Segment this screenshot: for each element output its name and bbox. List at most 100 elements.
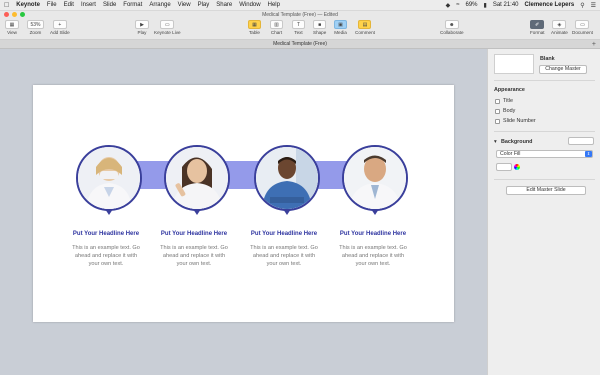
photo-doctor-4[interactable] <box>342 145 408 211</box>
change-master-button[interactable]: Change Master <box>539 65 587 74</box>
divider <box>494 179 595 180</box>
disclosure-triangle-icon[interactable]: ▾ <box>494 139 497 145</box>
headline-4[interactable]: Put Your Headline Here <box>328 231 418 237</box>
menu-arrange[interactable]: Arrange <box>149 2 170 8</box>
toolbar: ▦ View 53% Zoom + Add Slide ▶ Play ▭ Key… <box>0 19 600 40</box>
document-tab-bar: Medical Template (Free) + <box>0 40 600 49</box>
zoom-button[interactable]: 53% Zoom <box>27 20 44 35</box>
menu-file[interactable]: File <box>47 2 57 8</box>
text-icon: T <box>292 20 305 29</box>
doctor-woman-illustration <box>166 147 228 209</box>
document-button[interactable]: ▭ Document <box>572 20 593 35</box>
edit-master-slide-button[interactable]: Edit Master Slide <box>506 186 586 195</box>
divider <box>494 80 595 81</box>
animate-button[interactable]: ◈ Animate <box>551 20 568 35</box>
menu-insert[interactable]: Insert <box>81 2 96 8</box>
body-text-2[interactable]: This is an example text. Go ahead and re… <box>157 244 231 268</box>
document-icon: ▭ <box>575 20 590 29</box>
menu-format[interactable]: Format <box>123 2 142 8</box>
zoom-value: 53% <box>27 20 44 29</box>
view-button[interactable]: ▦ View <box>5 20 19 35</box>
new-tab-button[interactable]: + <box>592 40 596 49</box>
window-title: Medical Template (Free) — Edited <box>0 11 600 19</box>
menu-view[interactable]: View <box>178 2 191 8</box>
body-text-1[interactable]: This is an example text. Go ahead and re… <box>69 244 143 268</box>
doctor-masked-illustration <box>78 147 140 209</box>
format-sidebar: Blank Change Master Appearance Title Bod… <box>487 49 600 375</box>
title-checkbox[interactable] <box>495 99 500 104</box>
collaborate-icon: ☻ <box>444 20 459 29</box>
format-button[interactable]: ✐ Format <box>530 20 545 35</box>
shape-button[interactable]: ■ Shape <box>313 20 326 35</box>
keynote-live-button[interactable]: ▭ Keynote Live <box>154 20 181 35</box>
play-button[interactable]: ▶ Play <box>135 20 149 35</box>
doctor-man-scrubs-illustration <box>256 147 318 209</box>
user-name[interactable]: Clemence Lepers <box>525 2 575 8</box>
master-name: Blank <box>540 56 555 62</box>
minimize-window-button[interactable] <box>12 12 17 17</box>
headline-2[interactable]: Put Your Headline Here <box>149 231 239 237</box>
fill-type-select[interactable]: Color Fill ⇕ <box>496 150 593 158</box>
title-checkbox-label: Title <box>503 98 513 104</box>
comment-button[interactable]: ▤ Comment <box>355 20 375 35</box>
comment-icon: ▤ <box>358 20 372 29</box>
menu-window[interactable]: Window <box>239 2 260 8</box>
zoom-window-button[interactable] <box>20 12 25 17</box>
app-menu[interactable]: Keynote <box>16 2 40 8</box>
search-icon[interactable]: ⚲ <box>580 2 584 9</box>
paintbrush-icon: ✐ <box>530 20 545 29</box>
photo-doctor-3[interactable] <box>254 145 320 211</box>
collaborate-button[interactable]: ☻ Collaborate <box>440 20 464 35</box>
menu-help[interactable]: Help <box>268 2 280 8</box>
wifi-icon[interactable]: ≈ <box>456 2 459 8</box>
slide-number-checkbox-label: Slide Number <box>503 118 536 124</box>
media-icon: ▣ <box>334 20 347 29</box>
fill-color-well[interactable] <box>496 163 512 171</box>
menu-share[interactable]: Share <box>216 2 232 8</box>
apple-menu-icon[interactable]:  <box>4 2 9 9</box>
headline-1[interactable]: Put Your Headline Here <box>61 231 151 237</box>
fill-type-value: Color Fill <box>500 151 521 157</box>
plus-icon: + <box>52 20 67 29</box>
clock[interactable]: Sat 21:40 <box>493 2 519 8</box>
control-center-icon[interactable]: ☰ <box>591 2 596 9</box>
close-window-button[interactable] <box>4 12 9 17</box>
background-color-well[interactable] <box>568 137 594 145</box>
menu-bar:  Keynote File Edit Insert Slide Format … <box>0 0 600 11</box>
pin-pointer-1 <box>105 209 113 215</box>
document-tab[interactable]: Medical Template (Free) <box>273 41 327 47</box>
pin-pointer-4 <box>371 209 379 215</box>
add-slide-button[interactable]: + Add Slide <box>50 20 70 35</box>
body-text-3[interactable]: This is an example text. Go ahead and re… <box>247 244 321 268</box>
divider <box>494 131 595 132</box>
media-button[interactable]: ▣ Media <box>334 20 347 35</box>
master-thumbnail[interactable] <box>494 54 534 74</box>
photo-doctor-1[interactable] <box>76 145 142 211</box>
animate-icon: ◈ <box>552 20 567 29</box>
table-button[interactable]: ▦ Table <box>248 20 261 35</box>
doctor-smiling-illustration <box>344 147 406 209</box>
shape-icon: ■ <box>313 20 327 29</box>
background-heading: Background <box>501 139 533 145</box>
slide-number-checkbox[interactable] <box>495 119 500 124</box>
menu-play[interactable]: Play <box>198 2 210 8</box>
photo-doctor-2[interactable] <box>164 145 230 211</box>
slide[interactable]: Put Your Headline Here Put Your Headline… <box>33 85 454 322</box>
text-button[interactable]: T Text <box>292 20 305 35</box>
color-wheel-icon[interactable] <box>514 164 520 170</box>
menu-edit[interactable]: Edit <box>64 2 74 8</box>
view-icon: ▦ <box>5 20 19 29</box>
headline-3[interactable]: Put Your Headline Here <box>239 231 329 237</box>
chart-icon: ▥ <box>270 20 283 29</box>
body-text-4[interactable]: This is an example text. Go ahead and re… <box>336 244 410 268</box>
body-checkbox-label: Body <box>503 108 516 114</box>
body-checkbox[interactable] <box>495 109 500 114</box>
chevron-updown-icon: ⇕ <box>585 151 592 157</box>
chart-button[interactable]: ▥ Chart <box>270 20 283 35</box>
battery-percent[interactable]: 69% <box>465 2 477 8</box>
menu-slide[interactable]: Slide <box>103 2 116 8</box>
dropbox-icon[interactable]: ◆ <box>446 2 451 9</box>
pin-pointer-3 <box>283 209 291 215</box>
battery-icon: ▮ <box>483 2 487 9</box>
window-controls <box>4 12 25 17</box>
